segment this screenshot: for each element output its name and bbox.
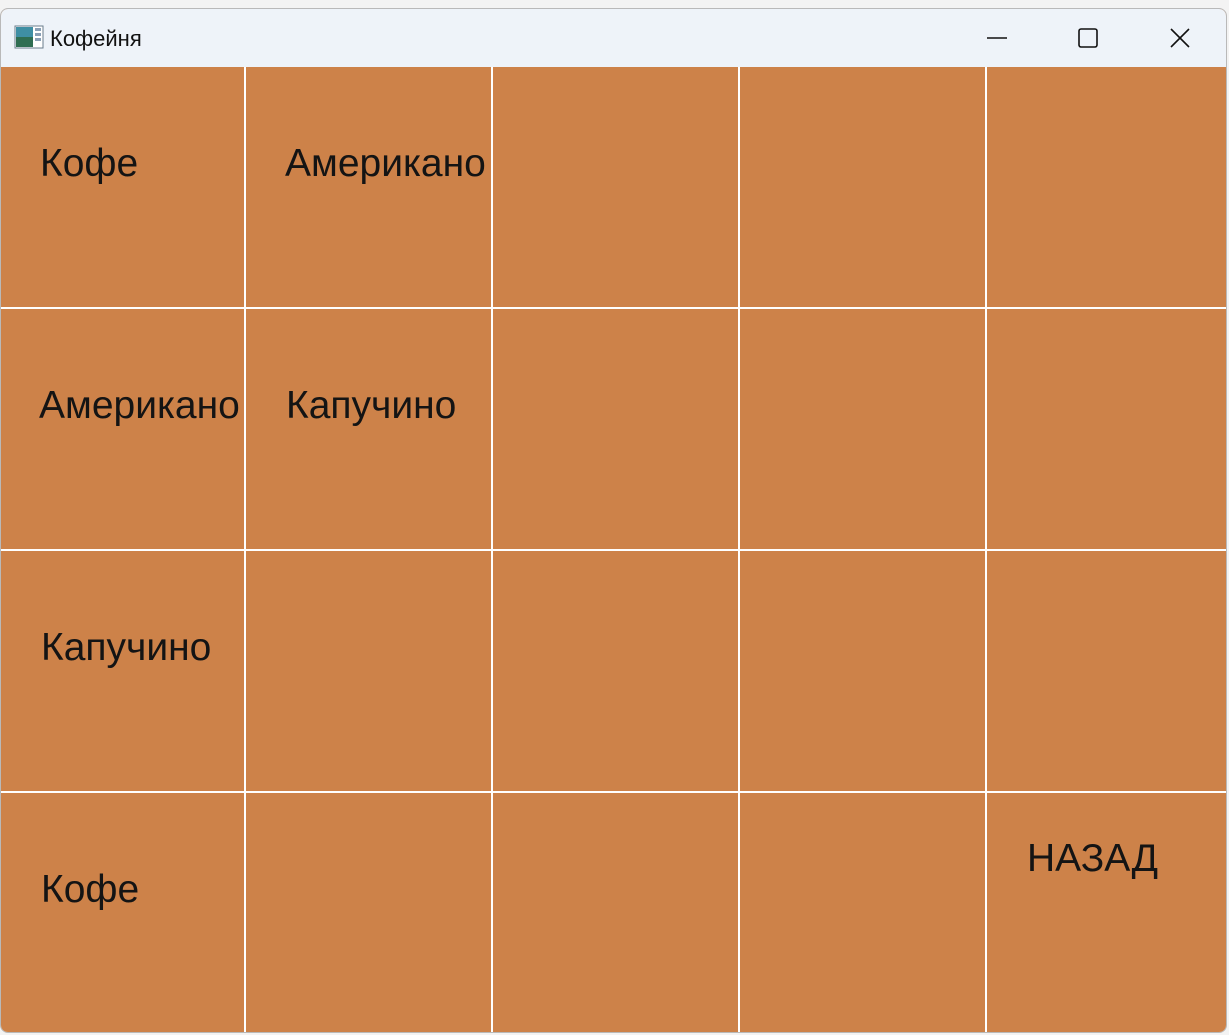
grid-button-empty[interactable]	[493, 309, 738, 549]
grid-button-empty[interactable]	[740, 67, 985, 307]
back-button[interactable]: НАЗАД	[987, 793, 1226, 1032]
minimize-icon	[987, 37, 1007, 39]
grid-button-empty[interactable]	[740, 309, 985, 549]
grid-button-label: Американо	[39, 384, 240, 427]
grid-button-kapuchino[interactable]: Капучино	[1, 551, 244, 791]
app-window: Кофейня Кофе Американо Американо Капучин…	[0, 8, 1227, 1033]
grid-button-empty[interactable]	[246, 793, 491, 1032]
title-bar[interactable]: Кофейня	[1, 9, 1226, 67]
grid-button-kofe[interactable]: Кофе	[1, 67, 244, 307]
grid-button-kapuchino[interactable]: Капучино	[246, 309, 491, 549]
grid-button-empty[interactable]	[987, 67, 1226, 307]
grid-button-label: Американо	[285, 142, 486, 185]
grid-button-label: Кофе	[41, 868, 140, 911]
window-title: Кофейня	[50, 26, 142, 51]
grid-button-empty[interactable]	[246, 551, 491, 791]
grid-button-empty[interactable]	[493, 793, 738, 1032]
maximize-icon	[1078, 28, 1098, 48]
button-grid: Кофе Американо Американо Капучино Капучи…	[1, 67, 1226, 1032]
grid-button-empty[interactable]	[740, 551, 985, 791]
close-icon	[1170, 28, 1190, 48]
maximize-button[interactable]	[1042, 9, 1134, 67]
grid-button-empty[interactable]	[740, 793, 985, 1032]
grid-button-amerikano[interactable]: Американо	[1, 309, 244, 549]
grid-button-empty[interactable]	[493, 551, 738, 791]
grid-button-label: Кофе	[40, 142, 139, 185]
grid-button-empty[interactable]	[493, 67, 738, 307]
grid-button-amerikano[interactable]: Американо	[246, 67, 491, 307]
grid-button-empty[interactable]	[987, 551, 1226, 791]
minimize-button[interactable]	[951, 9, 1043, 67]
grid-button-kofe[interactable]: Кофе	[1, 793, 244, 1032]
grid-button-empty[interactable]	[987, 309, 1226, 549]
close-button[interactable]	[1134, 9, 1226, 67]
grid-button-label: Капучино	[286, 384, 457, 427]
grid-button-label: Капучино	[41, 626, 212, 669]
back-button-label: НАЗАД	[1027, 837, 1159, 880]
window-app-icon	[14, 25, 44, 49]
